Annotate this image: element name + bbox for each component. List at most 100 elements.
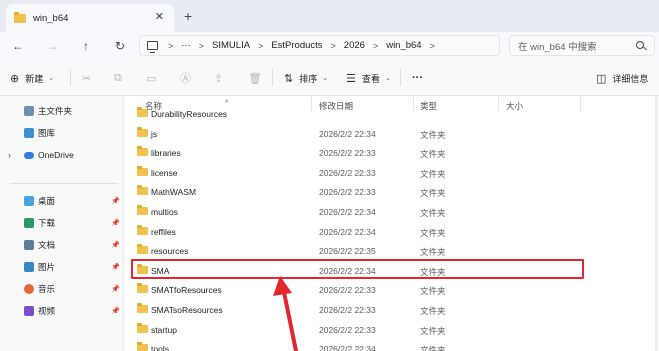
details-label: 详细信息 <box>612 73 649 84</box>
table-row[interactable]: multios 2026/2/2 22:34 文件夹 <box>125 202 659 222</box>
more-icon: ··· <box>412 72 423 84</box>
sidebar-item-desktop[interactable]: 桌面 📌 <box>0 192 122 210</box>
folder-icon <box>137 107 148 117</box>
file-name: DurabilityResources <box>151 109 228 119</box>
forward-icon[interactable]: → <box>43 37 61 55</box>
breadcrumb-overflow[interactable]: ··· <box>181 40 191 51</box>
file-type: 文件夹 <box>420 345 446 351</box>
music-icon <box>24 284 34 294</box>
folder-icon <box>137 342 148 351</box>
table-row[interactable]: js 2026/2/2 22:34 文件夹 <box>125 124 659 144</box>
table-row[interactable]: resources 2026/2/2 22:35 文件夹 <box>125 241 659 261</box>
file-name: SMA <box>151 265 170 276</box>
breadcrumb-separator: > <box>168 40 174 51</box>
table-row[interactable]: libraries 2026/2/2 22:33 文件夹 <box>125 143 659 163</box>
pin-icon[interactable]: 📌 <box>111 285 120 293</box>
rename-button[interactable]: Ⓐ <box>180 70 197 86</box>
sort-button[interactable]: ⇅ 排序 ⌄ <box>284 70 328 86</box>
folder-icon <box>137 224 148 235</box>
pin-icon[interactable]: 📌 <box>111 219 120 227</box>
file-date: 2026/2/2 22:33 <box>319 285 376 296</box>
search-input[interactable]: 在 win_b64 中搜索 <box>509 35 655 56</box>
sidebar-item-home[interactable]: 主文件夹 <box>0 102 122 120</box>
command-bar: ⊕ 新建 ⌄ ✂ ⧉ ▭ Ⓐ ⇪ 🗑 ⇅ 排序 ⌄ ☰ 查看 ⌄ ··· ◫ 详… <box>0 59 659 96</box>
rename-icon: Ⓐ <box>180 73 191 85</box>
file-type: 文件夹 <box>420 188 446 199</box>
file-name: SMATfoResources <box>151 285 222 296</box>
file-type: 文件夹 <box>420 286 446 297</box>
search-icon <box>636 41 644 49</box>
more-button[interactable]: ··· <box>412 70 423 86</box>
download-icon <box>24 218 34 228</box>
file-type: 文件夹 <box>420 247 446 258</box>
folder-icon <box>137 205 148 215</box>
folder-icon <box>137 322 148 333</box>
back-icon[interactable]: ← <box>9 37 27 55</box>
scrollbar[interactable] <box>655 96 658 351</box>
divider <box>10 183 118 184</box>
sidebar-item-downloads[interactable]: 下载 📌 <box>0 214 122 232</box>
refresh-icon[interactable]: ↻ <box>111 37 129 55</box>
address-bar[interactable]: > ··· > SIMULIA > EstProducts > 2026 > w… <box>139 35 500 56</box>
sidebar-item-pictures[interactable]: 图片 📌 <box>0 258 122 276</box>
table-row[interactable]: reffiles 2026/2/2 22:34 文件夹 <box>125 222 659 242</box>
sidebar-item-label: 音乐 <box>38 284 56 294</box>
chevron-down-icon: ⌄ <box>322 75 329 82</box>
paste-button[interactable]: ▭ <box>146 70 162 86</box>
folder-icon <box>14 11 26 23</box>
table-row[interactable]: tools 2026/2/2 22:34 文件夹 <box>125 339 659 351</box>
breadcrumb-win-b64[interactable]: win_b64 <box>386 40 421 51</box>
sidebar-item-videos[interactable]: 视频 📌 <box>0 302 122 320</box>
pin-icon[interactable]: 📌 <box>111 307 120 315</box>
table-row[interactable]: license 2026/2/2 22:33 文件夹 <box>125 163 659 183</box>
file-name: license <box>151 167 178 178</box>
file-name: reffiles <box>151 226 176 237</box>
view-button[interactable]: ☰ 查看 ⌄ <box>346 70 391 86</box>
tab-win-b64[interactable]: win_b64 ✕ <box>6 4 174 32</box>
breadcrumb-separator: > <box>372 40 379 51</box>
pin-icon[interactable]: 📌 <box>111 197 120 205</box>
up-icon[interactable]: ↑ <box>77 37 95 55</box>
breadcrumb-simulia[interactable]: SIMULIA <box>212 40 250 51</box>
sidebar-item-documents[interactable]: 文档 📌 <box>0 236 122 254</box>
table-row[interactable]: SMA 2026/2/2 22:34 文件夹 <box>125 261 659 281</box>
view-list-icon: ☰ <box>346 72 356 85</box>
trash-icon: 🗑 <box>248 72 262 85</box>
sidebar-item-gallery[interactable]: 图库 <box>0 124 122 142</box>
plus-circle-icon: ⊕ <box>10 72 20 85</box>
close-tab-icon[interactable]: ✕ <box>155 10 164 23</box>
table-row[interactable]: SMATsoResources 2026/2/2 22:33 文件夹 <box>125 300 659 320</box>
file-date: 2026/2/2 22:34 <box>319 265 376 276</box>
sidebar-item-music[interactable]: 音乐 📌 <box>0 280 122 298</box>
breadcrumb-estproducts[interactable]: EstProducts <box>271 40 322 51</box>
table-row[interactable]: MathWASM 2026/2/2 22:33 文件夹 <box>125 182 659 202</box>
delete-button[interactable]: 🗑 <box>248 70 268 86</box>
file-type: 文件夹 <box>420 306 446 316</box>
cut-button[interactable]: ✂ <box>82 70 97 86</box>
desktop-icon <box>24 196 34 206</box>
chevron-down-icon: ⌄ <box>384 75 391 82</box>
navigation-bar: ← → ↑ ↻ > ··· > SIMULIA > EstProducts > … <box>0 32 659 59</box>
pin-icon[interactable]: 📌 <box>111 241 120 249</box>
new-button[interactable]: ⊕ 新建 ⌄ <box>10 70 54 86</box>
share-button[interactable]: ⇪ <box>214 70 229 86</box>
title-bar: win_b64 ✕ + <box>0 0 659 32</box>
table-row[interactable]: startup 2026/2/2 22:33 文件夹 <box>125 320 659 340</box>
table-row[interactable]: DurabilityResources <box>125 104 659 124</box>
file-type: 文件夹 <box>420 168 446 179</box>
folder-icon <box>137 283 148 294</box>
copy-button[interactable]: ⧉ <box>114 70 128 86</box>
breadcrumb-2026[interactable]: 2026 <box>344 40 365 51</box>
table-row[interactable]: SMATfoResources 2026/2/2 22:33 文件夹 <box>125 280 659 300</box>
new-tab-button[interactable]: + <box>184 8 192 24</box>
sidebar-item-label: 主文件夹 <box>38 106 73 116</box>
computer-icon <box>147 41 158 53</box>
file-name: js <box>151 128 158 139</box>
sidebar-item-onedrive[interactable]: › OneDrive <box>0 146 122 164</box>
pin-icon[interactable]: 📌 <box>111 263 120 271</box>
file-name: libraries <box>151 148 181 159</box>
chevron-right-icon[interactable]: › <box>8 150 11 160</box>
sidebar-item-label: OneDrive <box>38 150 74 160</box>
breadcrumb-separator: > <box>198 40 205 51</box>
details-pane-button[interactable]: ◫ 详细信息 <box>596 70 648 86</box>
